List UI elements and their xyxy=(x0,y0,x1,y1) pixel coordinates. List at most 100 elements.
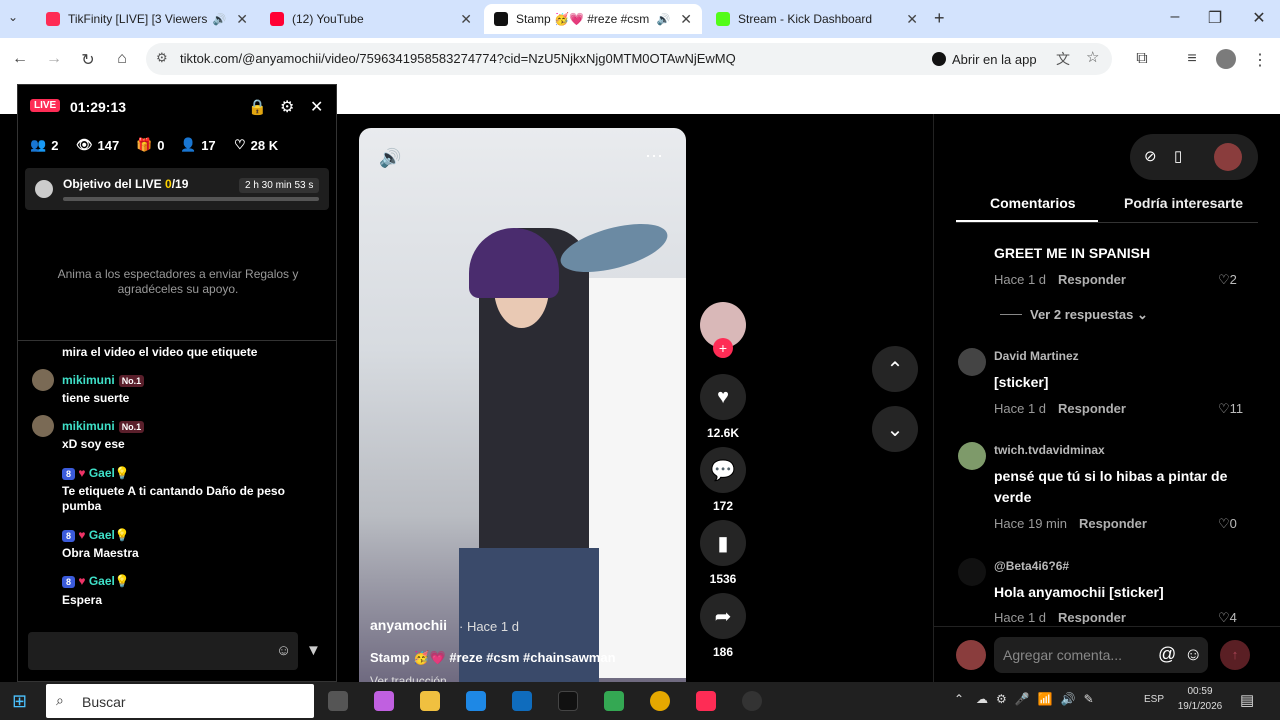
bookmark-icon[interactable]: ▮ xyxy=(700,520,746,566)
tab-tikfinity[interactable]: TikFinity [LIVE] [3 Viewers] 🔊 ✕ xyxy=(36,4,258,34)
previous-video-button[interactable]: ⌃ xyxy=(872,346,918,392)
tiktok-studio-icon[interactable] xyxy=(696,691,716,711)
tray-expand-icon[interactable]: ⌃ xyxy=(954,692,964,706)
divider xyxy=(956,222,1258,223)
language-indicator[interactable]: ESP xyxy=(1144,694,1164,705)
filter-icon[interactable]: ▼ xyxy=(306,642,321,659)
tiktok-icon xyxy=(932,52,946,66)
emoji-icon[interactable]: ☺ xyxy=(276,642,291,659)
likes-count: 12.6K xyxy=(706,426,740,440)
video-time: · Hace 1 d xyxy=(459,619,519,634)
comment-username[interactable]: @Beta4i6?6# xyxy=(994,559,1069,573)
reload-button[interactable]: ↻ xyxy=(78,50,98,70)
menu-icon[interactable]: ⋮ xyxy=(1250,50,1270,70)
see-replies-link[interactable]: Ver 2 respuestas ⌄ xyxy=(1030,307,1148,323)
share-action[interactable]: ➦ 186 xyxy=(700,593,746,659)
reply-button[interactable]: Responder xyxy=(1058,610,1126,624)
mention-icon[interactable]: @ xyxy=(1158,644,1176,665)
comment-like[interactable]: ♡0 xyxy=(1218,516,1237,532)
reply-button[interactable]: Responder xyxy=(1079,516,1147,531)
like-action[interactable]: ♥ 12.6K xyxy=(700,374,746,440)
next-video-button[interactable]: ⌄ xyxy=(872,406,918,452)
search-icon: ⌕ xyxy=(56,692,64,708)
comment-like[interactable]: ♡11 xyxy=(1218,401,1243,417)
tab-search-icon[interactable]: ⌄ xyxy=(8,10,18,24)
reply-button[interactable]: Responder xyxy=(1058,272,1126,287)
minimize-button[interactable]: – xyxy=(1160,8,1190,26)
chat-input[interactable]: ☺ xyxy=(28,632,298,670)
star-icon[interactable]: ☆ xyxy=(1086,48,1099,66)
comment-input[interactable]: Agregar comenta... @ ☺ xyxy=(994,637,1208,673)
close-tab-icon[interactable]: ✕ xyxy=(236,11,248,28)
tab-tiktok[interactable]: Stamp 🥳💗 #reze #csm # 🔊 ✕ xyxy=(484,4,702,34)
user-avatar[interactable] xyxy=(1214,143,1242,171)
tiktok-favicon-icon xyxy=(494,12,508,26)
address-bar[interactable]: ⚙ tiktok.com/@anyamochii/video/759634195… xyxy=(146,43,1112,75)
chat-message: tiene suerte xyxy=(62,391,130,405)
open-in-app-button[interactable]: Abrir en la app xyxy=(932,48,1037,70)
obs-icon[interactable] xyxy=(742,691,762,711)
see-translation-link[interactable]: Ver traducción xyxy=(370,674,447,682)
tab-comments[interactable]: Comentarios xyxy=(990,195,1076,211)
comment-like[interactable]: ♡4 xyxy=(1218,610,1237,624)
comment-username[interactable]: twich.tvdavidminax xyxy=(994,443,1105,457)
save-action[interactable]: ▮ 1536 xyxy=(700,520,746,586)
taskbar-search[interactable]: ⌕ Buscar xyxy=(46,684,314,718)
comment-icon[interactable]: 💬 xyxy=(700,447,746,493)
clock-time[interactable]: 00:59 xyxy=(1176,686,1224,697)
avatar[interactable] xyxy=(958,558,986,586)
avatar[interactable] xyxy=(958,442,986,470)
maximize-button[interactable]: ❐ xyxy=(1200,8,1230,28)
media-control-icon[interactable]: ≡ xyxy=(1182,50,1202,68)
tab-youtube[interactable]: (12) YouTube ✕ xyxy=(260,4,482,34)
send-button[interactable]: ↑ xyxy=(1220,640,1250,670)
task-view-icon[interactable] xyxy=(328,691,348,711)
tiktok-app-icon[interactable] xyxy=(558,691,578,711)
emoji-icon[interactable]: ☺ xyxy=(1184,644,1202,665)
chrome-icon[interactable] xyxy=(604,691,624,711)
store-icon[interactable] xyxy=(466,691,486,711)
notifications-icon[interactable]: ▤ xyxy=(1240,691,1254,709)
heart-icon[interactable]: ♥ xyxy=(700,374,746,420)
tab-kick[interactable]: Stream - Kick Dashboard ✕ xyxy=(706,4,928,34)
avatar[interactable] xyxy=(958,348,986,376)
forward-button[interactable]: → xyxy=(44,50,64,68)
close-window-button[interactable]: ✕ xyxy=(1244,8,1274,28)
video-player[interactable]: 🔊 ⋯ anyamochii · Hace 1 d Stamp 🥳💗 #reze… xyxy=(359,128,686,682)
translate-icon[interactable]: 文 xyxy=(1056,49,1070,69)
more-options-icon[interactable]: ⋯ xyxy=(645,146,663,167)
file-explorer-icon[interactable] xyxy=(420,691,440,711)
comment-username[interactable]: David Martinez xyxy=(994,349,1079,363)
profile-avatar[interactable] xyxy=(1216,49,1236,69)
coin-app-icon[interactable] xyxy=(650,691,670,711)
extensions-icon[interactable]: ⧉ xyxy=(1132,50,1152,68)
comment-action[interactable]: 💬 172 xyxy=(700,447,746,513)
reply-button[interactable]: Responder xyxy=(1058,401,1126,416)
likes-count: 28 K xyxy=(250,137,279,153)
share-icon[interactable]: ➦ xyxy=(700,593,746,639)
home-button[interactable]: ⌂ xyxy=(112,50,132,68)
avatar xyxy=(32,415,54,437)
volume-icon[interactable]: 🔊 xyxy=(379,148,401,169)
site-info-icon[interactable]: ⚙ xyxy=(156,50,168,66)
video-author[interactable]: anyamochii xyxy=(370,617,447,633)
new-tab-button[interactable]: + xyxy=(934,8,945,29)
close-tab-icon[interactable]: ✕ xyxy=(680,11,692,28)
clock-date[interactable]: 19/1/2026 xyxy=(1172,701,1228,712)
tray-icons[interactable]: ☁⚙🎤📶🔊✎ xyxy=(976,692,1102,706)
phone-icon[interactable]: ▯ xyxy=(1174,147,1182,165)
close-tab-icon[interactable]: ✕ xyxy=(906,11,918,28)
comment-like[interactable]: ♡2 xyxy=(1218,272,1237,288)
compass-icon[interactable]: ⊘ xyxy=(1144,147,1157,165)
tab-recommendations[interactable]: Podría interesarte xyxy=(1124,195,1243,211)
follow-plus-icon[interactable]: + xyxy=(713,338,733,358)
back-button[interactable]: ← xyxy=(10,50,30,68)
lock-icon[interactable]: 🔒 xyxy=(248,98,267,116)
copilot-icon[interactable] xyxy=(374,691,394,711)
close-tab-icon[interactable]: ✕ xyxy=(460,11,472,28)
outlook-icon[interactable] xyxy=(512,691,532,711)
settings-icon[interactable]: ⚙ xyxy=(280,97,294,117)
windows-start-icon[interactable]: ⊞ xyxy=(12,691,27,712)
close-icon[interactable]: ✕ xyxy=(310,97,323,117)
url-text: tiktok.com/@anyamochii/video/75963419585… xyxy=(180,51,736,66)
